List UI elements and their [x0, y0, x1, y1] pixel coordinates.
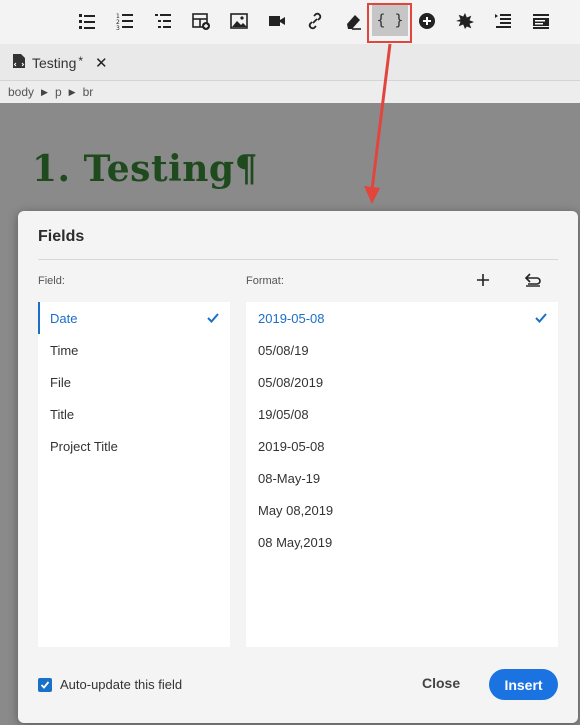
list-item-title[interactable]: Title [38, 398, 230, 430]
field-label: Field: [38, 275, 65, 287]
format-item[interactable]: 19/05/08 [246, 398, 558, 430]
format-item[interactable]: 2019-05-08 [246, 302, 558, 334]
list-item-label: Project Title [50, 438, 118, 454]
list-item-project-title[interactable]: Project Title [38, 430, 230, 462]
format-label-text: 08 May,2019 [258, 534, 333, 550]
format-label-text: 08-May-19 [258, 470, 321, 486]
field-list: Date Time File Title Project Title [38, 302, 230, 647]
format-label-text: 05/08/19 [258, 342, 309, 358]
list-item-label: File [50, 374, 71, 390]
dialog-title: Fields [38, 228, 85, 245]
close-button[interactable]: Close [422, 675, 460, 691]
format-label-text: 05/08/2019 [258, 374, 324, 390]
auto-update-checkbox[interactable] [38, 677, 52, 692]
list-item-label: Time [50, 342, 79, 358]
format-list: 2019-05-08 05/08/19 05/08/2019 19/05/08 … [246, 302, 558, 647]
format-item[interactable]: 08-May-19 [246, 462, 558, 494]
undo-icon [524, 273, 541, 287]
auto-update-option: Auto-update this field [38, 677, 182, 692]
list-item-date[interactable]: Date [38, 302, 230, 334]
reset-format-button[interactable] [522, 269, 544, 291]
format-item[interactable]: 2019-05-08 [246, 430, 558, 462]
format-item[interactable]: 05/08/2019 [246, 366, 558, 398]
checkmark-icon [535, 313, 547, 323]
add-format-button[interactable] [472, 269, 494, 291]
format-item[interactable]: May 08,2019 [246, 494, 558, 526]
insert-button[interactable]: Insert [489, 669, 558, 700]
list-item-time[interactable]: Time [38, 334, 230, 366]
format-label-text: 2019-05-08 [258, 310, 325, 326]
format-item[interactable]: 05/08/19 [246, 334, 558, 366]
checkmark-icon [40, 680, 50, 689]
auto-update-label: Auto-update this field [60, 677, 183, 692]
list-item-file[interactable]: File [38, 366, 230, 398]
fields-dialog: Fields Field: Format: Date Time File Tit… [18, 211, 578, 723]
list-item-label: Date [50, 310, 78, 326]
format-label-text: May 08,2019 [258, 502, 334, 518]
format-label: Format: [246, 275, 284, 287]
format-label-text: 2019-05-08 [258, 438, 325, 454]
format-label-text: 19/05/08 [258, 406, 309, 422]
list-item-label: Title [50, 406, 75, 422]
format-item[interactable]: 08 May,2019 [246, 526, 558, 558]
divider [38, 259, 558, 260]
checkmark-icon [207, 313, 219, 323]
plus-icon [477, 274, 489, 286]
